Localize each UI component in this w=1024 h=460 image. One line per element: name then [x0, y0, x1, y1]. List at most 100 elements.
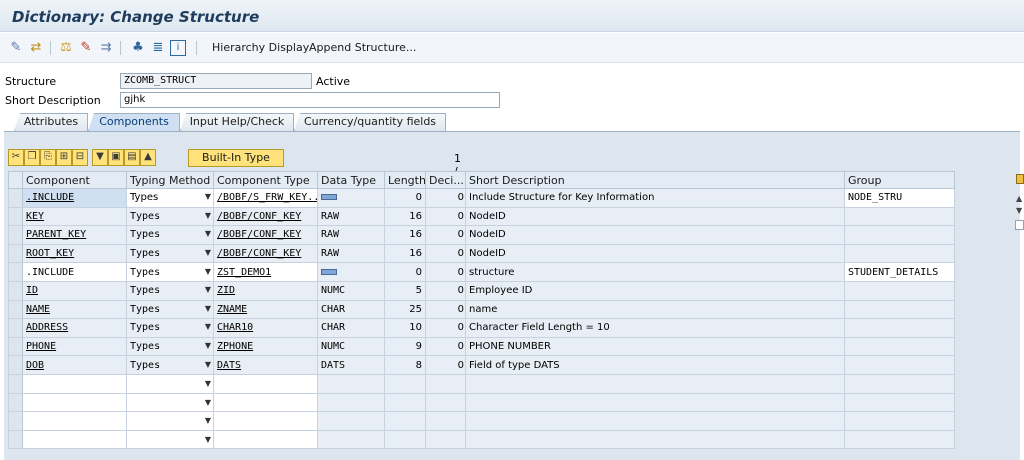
scroll-thumb[interactable] — [1015, 220, 1024, 230]
active-inactive-icon[interactable]: ⇄ — [28, 40, 44, 56]
row-selector[interactable] — [8, 318, 23, 338]
typing-method-cell[interactable]: ▼ — [126, 392, 214, 413]
column-header-group[interactable]: Group — [844, 171, 955, 189]
append-structure-button[interactable]: Append Structure... — [309, 41, 416, 54]
row-selector[interactable] — [8, 243, 23, 264]
chevron-down-icon[interactable]: ▼ — [203, 229, 213, 238]
chevron-down-icon[interactable]: ▼ — [203, 360, 213, 369]
row-selector[interactable] — [8, 392, 23, 413]
component-type-cell[interactable] — [213, 392, 318, 413]
tab-attributes[interactable]: Attributes — [14, 113, 88, 131]
group-cell[interactable]: NODE_STRU — [844, 188, 955, 208]
chevron-down-icon[interactable]: ▼ — [203, 435, 213, 444]
info-icon[interactable]: i — [170, 40, 186, 56]
component-cell[interactable] — [22, 429, 127, 450]
typing-method-cell[interactable]: Types — [130, 229, 160, 240]
component-cell[interactable]: ROOT_KEY — [26, 248, 74, 259]
chevron-down-icon[interactable]: ▼ — [203, 285, 213, 294]
component-cell[interactable]: ADDRESS — [26, 322, 68, 333]
scroll-up-icon[interactable]: ▲ — [1016, 194, 1022, 203]
row-selector[interactable] — [8, 262, 23, 282]
component-type-cell[interactable]: ZPHONE — [217, 341, 253, 352]
component-cell[interactable] — [22, 392, 127, 413]
typing-method-cell[interactable]: ▼ — [126, 373, 214, 394]
chevron-down-icon[interactable]: ▼ — [203, 379, 213, 388]
typing-method-cell[interactable]: Types — [130, 192, 158, 203]
select-all-icon[interactable]: ▣ — [108, 149, 124, 166]
delete-row-icon[interactable]: ⊟ — [72, 149, 88, 166]
typing-method-cell[interactable]: Types — [130, 248, 160, 259]
row-selector[interactable] — [8, 429, 23, 450]
row-selector[interactable] — [8, 336, 23, 357]
tab-components[interactable]: Components — [88, 113, 180, 131]
column-header-component[interactable]: Component — [22, 171, 127, 189]
component-type-cell[interactable] — [213, 373, 318, 394]
component-type-cell[interactable]: CHAR10 — [217, 322, 253, 333]
component-cell[interactable]: PARENT_KEY — [26, 229, 86, 240]
component-type-cell[interactable]: /BOBF/S_FRW_KEY... — [217, 192, 317, 203]
display-object-list-icon[interactable]: ≣ — [150, 40, 166, 56]
component-cell[interactable]: ID — [26, 285, 38, 296]
component-type-cell[interactable]: ZID — [217, 285, 235, 296]
column-header-component-type[interactable]: Component Type — [213, 171, 318, 189]
component-type-cell[interactable]: /BOBF/CONF_KEY — [217, 229, 301, 240]
row-selector[interactable] — [8, 206, 23, 227]
typing-method-cell[interactable]: Types — [130, 360, 160, 371]
component-cell[interactable]: PHONE — [26, 341, 56, 352]
row-selector[interactable] — [8, 373, 23, 394]
hierarchy-display-button[interactable]: Hierarchy Display — [212, 41, 309, 54]
vertical-scrollbar[interactable]: ▲ ▼ — [1014, 170, 1024, 230]
column-header-typing-method[interactable]: Typing Method — [126, 171, 214, 189]
typing-method-cell[interactable]: Types — [130, 285, 160, 296]
component-cell[interactable]: NAME — [26, 304, 50, 315]
component-type-cell[interactable]: ZNAME — [217, 304, 247, 315]
column-header-data-type[interactable]: Data Type — [317, 171, 385, 189]
chevron-down-icon[interactable]: ▼ — [203, 416, 213, 425]
chevron-down-icon[interactable]: ▼ — [203, 398, 213, 407]
component-type-cell[interactable] — [213, 429, 318, 450]
component-type-cell[interactable]: ZST_DEMO1 — [217, 267, 271, 278]
component-cell[interactable] — [22, 411, 127, 431]
row-selector-header[interactable] — [8, 171, 23, 189]
tab-currency-quantity-fields[interactable]: Currency/quantity fields — [294, 113, 446, 131]
scroll-down-icon[interactable]: ▼ — [1016, 206, 1022, 215]
column-header-decimals[interactable]: Deci... — [425, 171, 466, 189]
move-down-icon[interactable]: ▼ — [92, 149, 108, 166]
insert-row-icon[interactable]: ⊞ — [56, 149, 72, 166]
typing-method-cell[interactable]: Types — [130, 267, 160, 278]
component-type-cell[interactable] — [213, 411, 318, 431]
component-type-cell[interactable]: DATS — [217, 360, 241, 371]
chevron-down-icon[interactable]: ▼ — [203, 341, 213, 350]
row-selector[interactable] — [8, 299, 23, 320]
component-type-cell[interactable]: /BOBF/CONF_KEY — [217, 248, 301, 259]
typing-method-cell[interactable]: Types — [130, 322, 160, 333]
table-settings-icon[interactable] — [1016, 174, 1024, 184]
component-cell[interactable] — [22, 373, 127, 394]
short-description-field[interactable]: gjhk — [120, 92, 500, 108]
component-cell[interactable]: DOB — [26, 360, 44, 371]
row-selector[interactable] — [8, 188, 23, 208]
check-icon[interactable]: ⚖ — [58, 40, 74, 56]
chevron-down-icon[interactable]: ▼ — [203, 267, 213, 276]
where-used-icon[interactable]: ⇉ — [98, 40, 114, 56]
chevron-down-icon[interactable]: ▼ — [203, 322, 213, 331]
component-type-cell[interactable]: /BOBF/CONF_KEY — [217, 211, 301, 222]
chevron-down-icon[interactable]: ▼ — [203, 248, 213, 257]
cut-icon[interactable]: ✂ — [8, 149, 24, 166]
object-list-icon[interactable]: ♣ — [130, 40, 146, 56]
activate-icon[interactable]: ✎ — [78, 40, 94, 56]
group-cell[interactable]: STUDENT_DETAILS — [844, 262, 955, 282]
copy-icon[interactable]: ❐ — [24, 149, 40, 166]
component-cell[interactable]: .INCLUDE — [26, 192, 74, 203]
column-header-short-description[interactable]: Short Description — [465, 171, 845, 189]
row-selector[interactable] — [8, 355, 23, 375]
chevron-down-icon[interactable]: ▼ — [203, 211, 213, 220]
component-cell[interactable]: .INCLUDE — [26, 267, 74, 278]
typing-method-cell[interactable]: Types — [130, 341, 160, 352]
typing-method-cell[interactable]: ▼ — [126, 429, 214, 450]
row-selector[interactable] — [8, 225, 23, 245]
row-selector[interactable] — [8, 411, 23, 431]
chevron-down-icon[interactable]: ▼ — [203, 304, 213, 313]
paste-icon[interactable]: ⎘ — [40, 149, 56, 166]
typing-method-cell[interactable]: ▼ — [126, 411, 214, 431]
